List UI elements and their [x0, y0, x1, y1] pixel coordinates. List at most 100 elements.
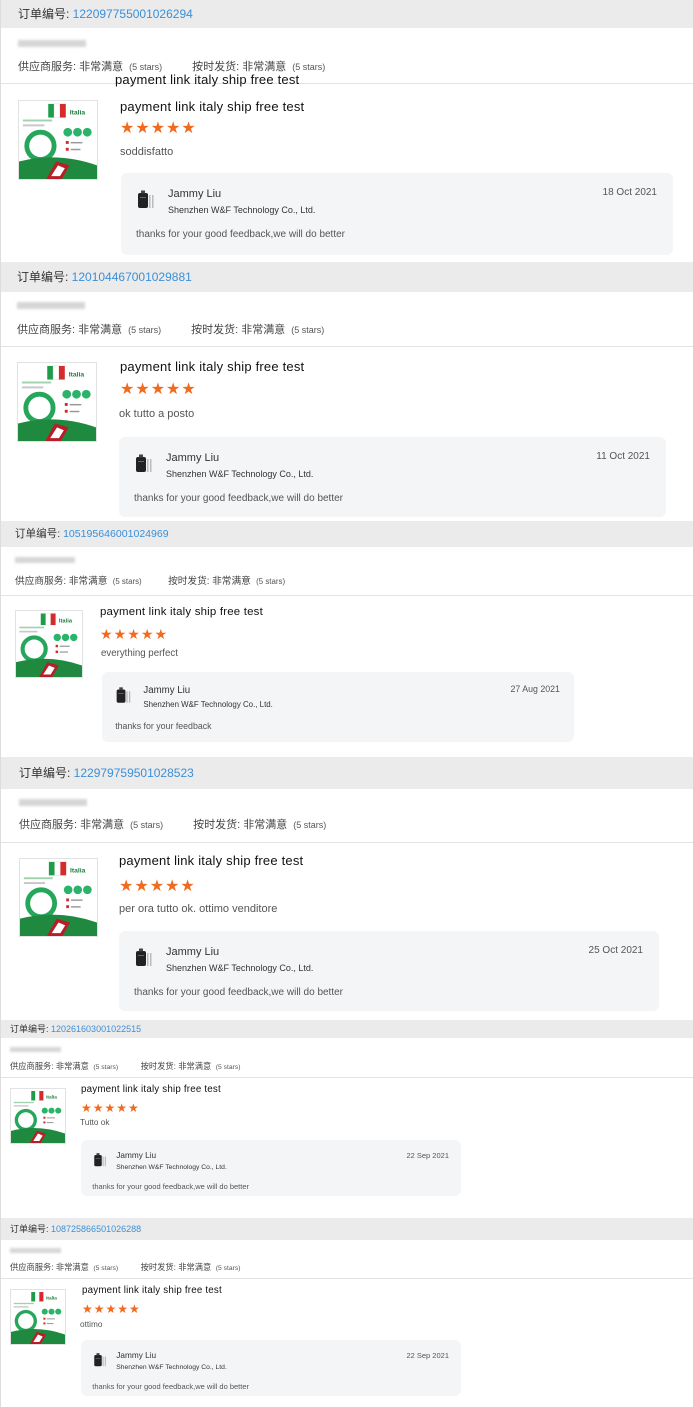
buyer-comment: Tutto ok [80, 1118, 110, 1127]
seller-reply: Jammy Liu Shenzhen W&F Technology Co., Lt… [81, 1340, 461, 1396]
seller-logo-icon [92, 1352, 109, 1369]
seller-logo-icon [135, 189, 157, 211]
product-title-link[interactable]: payment link italy ship free test [81, 1084, 221, 1095]
seller-logo-icon [92, 1152, 109, 1169]
review-card: 订单编号: 122979759501028523 供应商服务: 非常满意 (5 st… [0, 757, 693, 1020]
product-title-link[interactable]: payment link italy ship free test [119, 853, 303, 868]
order-number-link[interactable]: 120104467001029881 [72, 270, 192, 284]
supplier-service-stars: (5 stars) [93, 1064, 119, 1071]
supplier-service-stars: (5 stars) [93, 1265, 119, 1272]
buyer-comment: ottimo [80, 1320, 103, 1329]
seller-reply: Jammy Liu Shenzhen W&F Technology Co., Lt… [102, 672, 574, 742]
product-thumbnail[interactable]: Italia Italia [17, 362, 97, 442]
rating-stars: ★★★★★ [82, 1302, 141, 1316]
rating-stars: ★★★★★ [119, 878, 196, 895]
on-time-delivery-stars: (5 stars) [215, 1064, 241, 1071]
rating-stars: ★★★★★ [120, 381, 197, 398]
section-divider [1, 346, 693, 347]
rating-stars: ★★★★★ [81, 1101, 140, 1115]
svg-text:Italia: Italia [70, 867, 86, 874]
supplier-service-label: 供应商服务: 非常满意 [18, 61, 124, 73]
seller-logo-icon [114, 686, 133, 705]
seller-company: Shenzhen W&F Technology Co., Ltd. [143, 700, 273, 710]
product-title-link[interactable]: payment link italy ship free test [120, 99, 304, 114]
order-header: 订单编号: 122097755001026294 [1, 0, 693, 28]
order-label: 订单编号: [17, 270, 72, 284]
supplier-service-label: 供应商服务: 非常满意 [19, 819, 125, 831]
service-ratings: 供应商服务: 非常满意 (5 stars) 按时发货: 非常满意 (5 stars) [19, 816, 326, 832]
buyer-comment: per ora tutto ok. ottimo venditore [119, 903, 278, 915]
buyer-name-blurred [10, 1248, 61, 1254]
seller-name: Jammy Liu [168, 188, 222, 200]
section-divider [1, 1278, 693, 1279]
supplier-service-label: 供应商服务: 非常满意 [17, 324, 123, 336]
section-divider [1, 595, 693, 596]
svg-text:Italia: Italia [59, 619, 73, 625]
service-ratings: 供应商服务: 非常满意 (5 stars) 按时发货: 非常满意 (5 stars) [15, 573, 285, 587]
rating-stars: ★★★★★ [100, 626, 169, 642]
review-card: 订单编号: 120261603001022515 供应商服务: 非常满意 (5 st… [0, 1020, 693, 1218]
svg-text:Italia: Italia [46, 1094, 57, 1100]
seller-reply: Jammy Liu Shenzhen W&F Technology Co., Lt… [81, 1140, 461, 1196]
seller-reply: Jammy Liu Shenzhen W&F Technology Co., Lt… [121, 173, 673, 255]
seller-company: Shenzhen W&F Technology Co., Ltd. [168, 205, 316, 215]
svg-text:Italia: Italia [69, 372, 85, 379]
service-ratings: 供应商服务: 非常满意 (5 stars) 按时发货: 非常满意 (5 stars) [10, 1261, 240, 1273]
order-header: 订单编号: 120261603001022515 [1, 1020, 693, 1038]
product-title-link[interactable]: payment link italy ship free test [120, 359, 304, 374]
on-time-delivery-label: 按时发货: 非常满意 [140, 1062, 212, 1071]
floating-product-title: payment link italy ship free test [115, 72, 300, 87]
on-time-delivery-stars: (5 stars) [215, 1265, 241, 1272]
seller-name: Jammy Liu [166, 946, 220, 958]
seller-reply: Jammy Liu Shenzhen W&F Technology Co., Lt… [119, 437, 666, 517]
seller-name: Jammy Liu [143, 685, 191, 697]
product-thumbnail[interactable]: Italia Italia [10, 1088, 66, 1144]
on-time-delivery-label: 按时发货: 非常满意 [168, 576, 251, 587]
order-header: 订单编号: 120104467001029881 [1, 262, 693, 292]
order-label: 订单编号: [10, 1224, 52, 1234]
on-time-delivery-stars: (5 stars) [291, 325, 325, 335]
order-number-link[interactable]: 108725866501026288 [51, 1224, 141, 1234]
svg-text:Italia: Italia [70, 110, 86, 117]
product-title-link[interactable]: payment link italy ship free test [82, 1285, 222, 1296]
seller-name: Jammy Liu [116, 1351, 157, 1361]
service-ratings: 供应商服务: 非常满意 (5 stars) 按时发货: 非常满意 (5 stars) [17, 321, 324, 337]
product-thumbnail[interactable]: Italia Italia [15, 610, 83, 678]
order-number-link[interactable]: 122979759501028523 [74, 766, 194, 780]
review-card: 订单编号: 122097755001026294 供应商服务: 非常满意 (5 st… [0, 0, 693, 262]
reply-date: 11 Oct 2021 [596, 451, 650, 462]
product-thumbnail[interactable]: Italia Italia [18, 100, 98, 180]
order-number-link[interactable]: 105195646001024969 [63, 528, 169, 540]
on-time-delivery-stars: (5 stars) [293, 820, 327, 830]
service-ratings: 供应商服务: 非常满意 (5 stars) 按时发货: 非常满意 (5 stars) [10, 1060, 240, 1072]
order-header: 订单编号: 108725866501026288 [1, 1218, 693, 1240]
order-header: 订单编号: 105195646001024969 [1, 521, 693, 547]
buyer-name-blurred [18, 40, 86, 47]
review-card: 订单编号: 105195646001024969 供应商服务: 非常满意 (5 st… [0, 521, 693, 757]
reply-text: thanks for your good feedback,we will do… [134, 493, 344, 504]
buyer-comment: soddisfatto [120, 146, 174, 158]
supplier-service-label: 供应商服务: 非常满意 [10, 1062, 89, 1071]
buyer-comment: everything perfect [101, 648, 178, 659]
seller-logo-icon [133, 453, 155, 475]
section-divider [1, 842, 693, 843]
order-label: 订单编号: [10, 1024, 52, 1034]
seller-name: Jammy Liu [166, 452, 220, 464]
on-time-delivery-label: 按时发货: 非常满意 [140, 1263, 212, 1272]
order-label: 订单编号: [15, 528, 64, 540]
on-time-delivery-stars: (5 stars) [292, 62, 326, 72]
product-title-link[interactable]: payment link italy ship free test [100, 606, 263, 618]
on-time-delivery-label: 按时发货: 非常满意 [191, 324, 286, 336]
product-thumbnail[interactable]: Italia Italia [10, 1289, 66, 1345]
review-card: 订单编号: 108725866501026288 供应商服务: 非常满意 (5 st… [0, 1218, 693, 1407]
review-card: 订单编号: 120104467001029881 供应商服务: 非常满意 (5 st… [0, 262, 693, 521]
seller-company: Shenzhen W&F Technology Co., Ltd. [116, 1364, 227, 1371]
reply-text: thanks for your good feedback,we will do… [134, 987, 344, 998]
order-number-link[interactable]: 120261603001022515 [51, 1024, 141, 1034]
rating-stars: ★★★★★ [120, 120, 197, 137]
buyer-name-blurred [15, 557, 75, 564]
order-number-link[interactable]: 122097755001026294 [73, 7, 193, 21]
product-thumbnail[interactable]: Italia Italia [19, 858, 98, 937]
svg-text:Italia: Italia [46, 1295, 57, 1301]
reply-date: 27 Aug 2021 [510, 684, 560, 695]
